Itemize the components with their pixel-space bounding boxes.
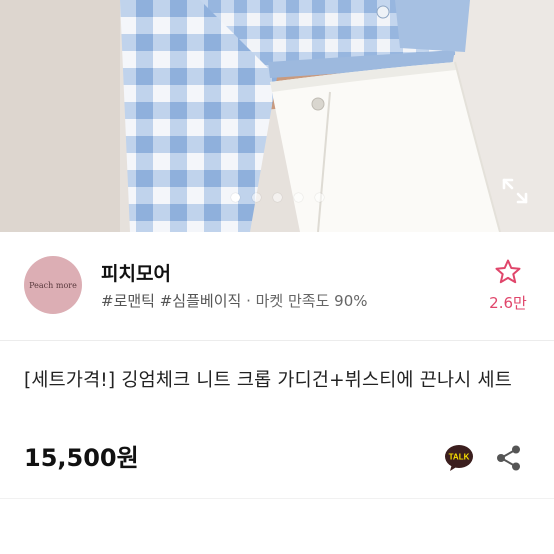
star-outline-icon [495,259,521,284]
shop-name[interactable]: 피치모어 [101,259,171,286]
favorite-count: 2.6만 [489,294,527,312]
talk-label: TALK [449,453,470,462]
section-divider [0,340,554,341]
product-title: [세트가격!] 깅엄체크 니트 크롭 가디건+뷔스티에 끈나시 세트 [24,370,512,391]
expand-icon[interactable] [498,174,532,208]
shop-info: Peach more 피치모어 #로맨틱 #심플베이직 · 마켓 만족도 90%… [0,232,554,340]
favorite-button[interactable]: 2.6만 [484,258,532,313]
shop-tags[interactable]: #로맨틱 #심플베이직 [101,292,241,310]
gallery-dot[interactable] [230,193,240,202]
product-image[interactable] [0,0,554,232]
gallery-dot[interactable] [251,193,261,202]
gallery-dot[interactable] [293,193,303,202]
gallery-dot[interactable] [272,193,282,202]
shop-tags-line: #로맨틱 #심플베이직 · 마켓 만족도 90% [101,290,368,311]
product-price: 15,500원 [24,444,139,472]
shop-logo[interactable]: Peach more [24,256,82,314]
section-separator [0,498,554,529]
talk-bubble-icon: TALK [445,445,473,471]
market-satisfaction: · 마켓 만족도 90% [246,292,368,310]
kakao-talk-button[interactable]: TALK [444,444,474,472]
gallery-dot[interactable] [314,193,324,202]
shop-logo-text: Peach more [29,280,77,290]
gallery-pagination[interactable] [0,193,554,202]
share-icon[interactable] [495,444,523,472]
